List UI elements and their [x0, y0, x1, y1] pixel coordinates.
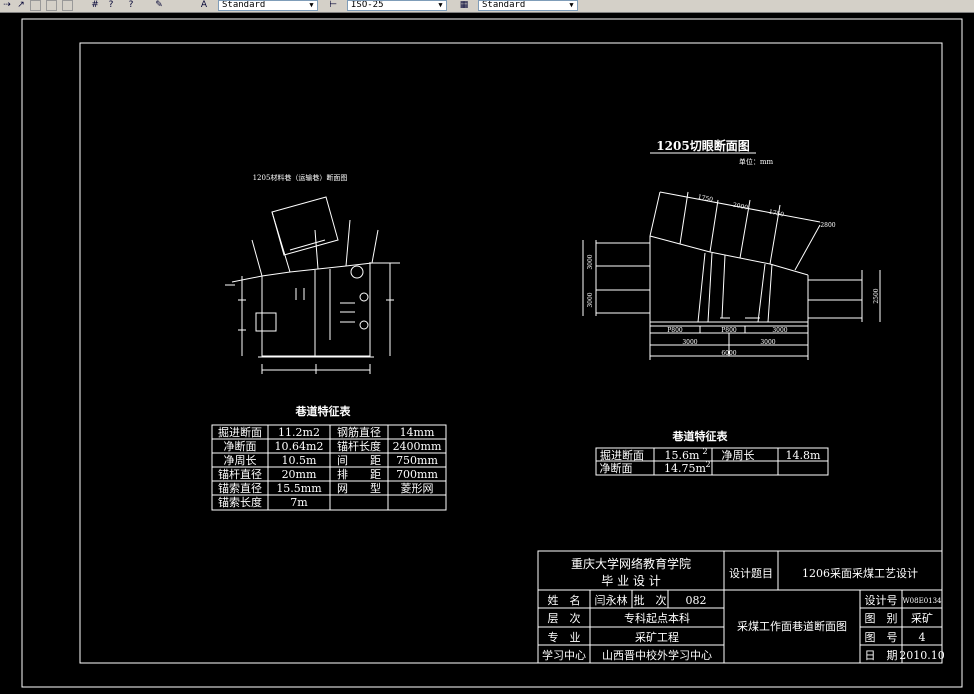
superscript: 2 [705, 460, 710, 469]
right-section-drawing: 1205切眼断面图 单位：mm P800 P800 3000 3000 3000… [582, 138, 881, 360]
date-value: 2010.10 [899, 649, 945, 662]
left-feature-table: 巷道特征表 掘进断面 11.2m2 钢筋直径 14mm 净断面 10.64m2 … [211, 404, 447, 511]
dim-bottom-2b: 3000 [760, 339, 775, 346]
cell: 排 距 [337, 467, 381, 481]
cell: 7m [290, 496, 308, 509]
superscript: 2 [702, 447, 707, 456]
number-label: 图 号 [865, 631, 898, 644]
dim-right-h: 2500 [873, 288, 880, 303]
dim-bottom-1a: P800 [667, 327, 683, 334]
dim-bottom-total: 6000 [721, 350, 736, 357]
cell: 10.5m [282, 454, 317, 467]
dim-left-3000b: 3000 [587, 292, 594, 307]
right-drawing-title: 1205切眼断面图 [656, 138, 749, 153]
cell: 菱形网 [401, 482, 434, 495]
right-table-title: 巷道特征表 [672, 429, 729, 443]
dim-bottom-1b: P800 [721, 327, 737, 334]
batch-label: 批 次 [634, 593, 667, 607]
left-section-drawing: 1205材料巷（运输巷）断面图 [225, 173, 400, 374]
cell: 10.64m2 [275, 440, 324, 453]
major-label: 专 业 [548, 630, 581, 644]
level-label: 层 次 [548, 611, 581, 625]
drawing-name: 采煤工作面巷道断面图 [737, 619, 847, 633]
cell: 锚索直径 [218, 481, 262, 495]
dim-bottom-1c: 3000 [772, 327, 787, 334]
name-value: 闫永林 [595, 593, 628, 607]
cell: 20mm [282, 468, 317, 481]
outer-frame [21, 18, 963, 688]
category-label: 图 别 [865, 612, 898, 625]
cell: 净断面 [600, 461, 633, 475]
dim-left-3000a: 3000 [587, 254, 594, 269]
cell: 掘进断面 [600, 448, 644, 462]
dim-bottom-2a: 3000 [682, 339, 697, 346]
number-value: 4 [919, 631, 926, 644]
unit-label: 单位：mm [739, 157, 774, 166]
school-name: 重庆大学网络教育学院 [571, 556, 691, 571]
cell: 700mm [396, 468, 438, 481]
title-block: 重庆大学网络教育学院 毕 业 设 计 设计题目 1206采面采煤工艺设计 姓 名… [537, 550, 945, 664]
cell: 15.5mm [276, 482, 322, 495]
center-label: 学习中心 [542, 648, 586, 662]
cell: 锚杆长度 [337, 439, 381, 453]
cell: 15.6m [665, 449, 700, 462]
design-no-label: 设计号 [865, 594, 898, 607]
drawing-canvas[interactable]: 1205材料巷（运输巷）断面图 1205切眼断面图 单位：mm P800 P80… [0, 0, 974, 694]
cell: 网 型 [337, 481, 381, 495]
cell: 14.75m [664, 462, 706, 475]
left-table-title: 巷道特征表 [295, 404, 352, 418]
level-value: 专科起点本科 [624, 611, 690, 625]
cell: 11.2m2 [278, 426, 320, 439]
left-drawing-title: 1205材料巷（运输巷）断面图 [253, 173, 348, 182]
design-heading: 毕 业 设 计 [601, 574, 660, 588]
category-value: 采矿 [911, 612, 933, 625]
cell: 锚杆直径 [218, 467, 262, 481]
design-no-value: W08E0134 [902, 597, 942, 605]
cell: 14mm [400, 426, 435, 439]
batch-value: 082 [686, 594, 707, 607]
cell: 净周长 [224, 453, 257, 467]
cell: 掘进断面 [218, 425, 262, 439]
cell: 750mm [396, 454, 438, 467]
date-label: 日 期 [865, 649, 898, 662]
dim-top-1750b: 1750 [768, 209, 785, 219]
cell: 钢筋直径 [337, 425, 381, 439]
cell: 14.8m [786, 449, 821, 462]
cell: 锚索长度 [218, 495, 262, 509]
cell: 净周长 [722, 448, 755, 462]
topic-label: 设计题目 [729, 567, 773, 580]
dim-top-1750a: 1750 [697, 194, 714, 204]
cell: 2400mm [393, 440, 442, 453]
cell: 间 距 [337, 454, 381, 467]
topic-value: 1206采面采煤工艺设计 [802, 567, 918, 580]
name-label: 姓 名 [548, 593, 581, 607]
cell: 净断面 [224, 439, 257, 453]
dim-top-2000: 2000 [732, 202, 749, 212]
center-value: 山西晋中校外学习中心 [602, 648, 712, 662]
dim-right-2800: 2800 [820, 222, 835, 229]
right-feature-table: 巷道特征表 掘进断面 15.6m 2 净周长 14.8m 净断面 14.75m … [595, 429, 829, 476]
major-value: 采矿工程 [635, 631, 679, 644]
